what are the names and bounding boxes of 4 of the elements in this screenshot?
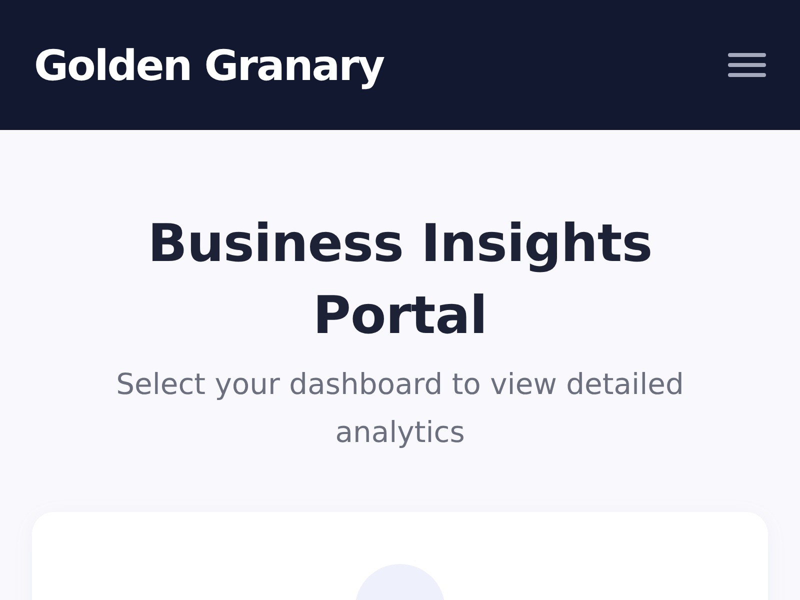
page-subtitle: Select your dashboard to view detailed analytics bbox=[115, 366, 685, 451]
brand-name[interactable]: Golden Granary bbox=[34, 34, 384, 96]
page-title: Business Insights Portal bbox=[146, 213, 654, 348]
menu-icon[interactable] bbox=[728, 50, 766, 80]
